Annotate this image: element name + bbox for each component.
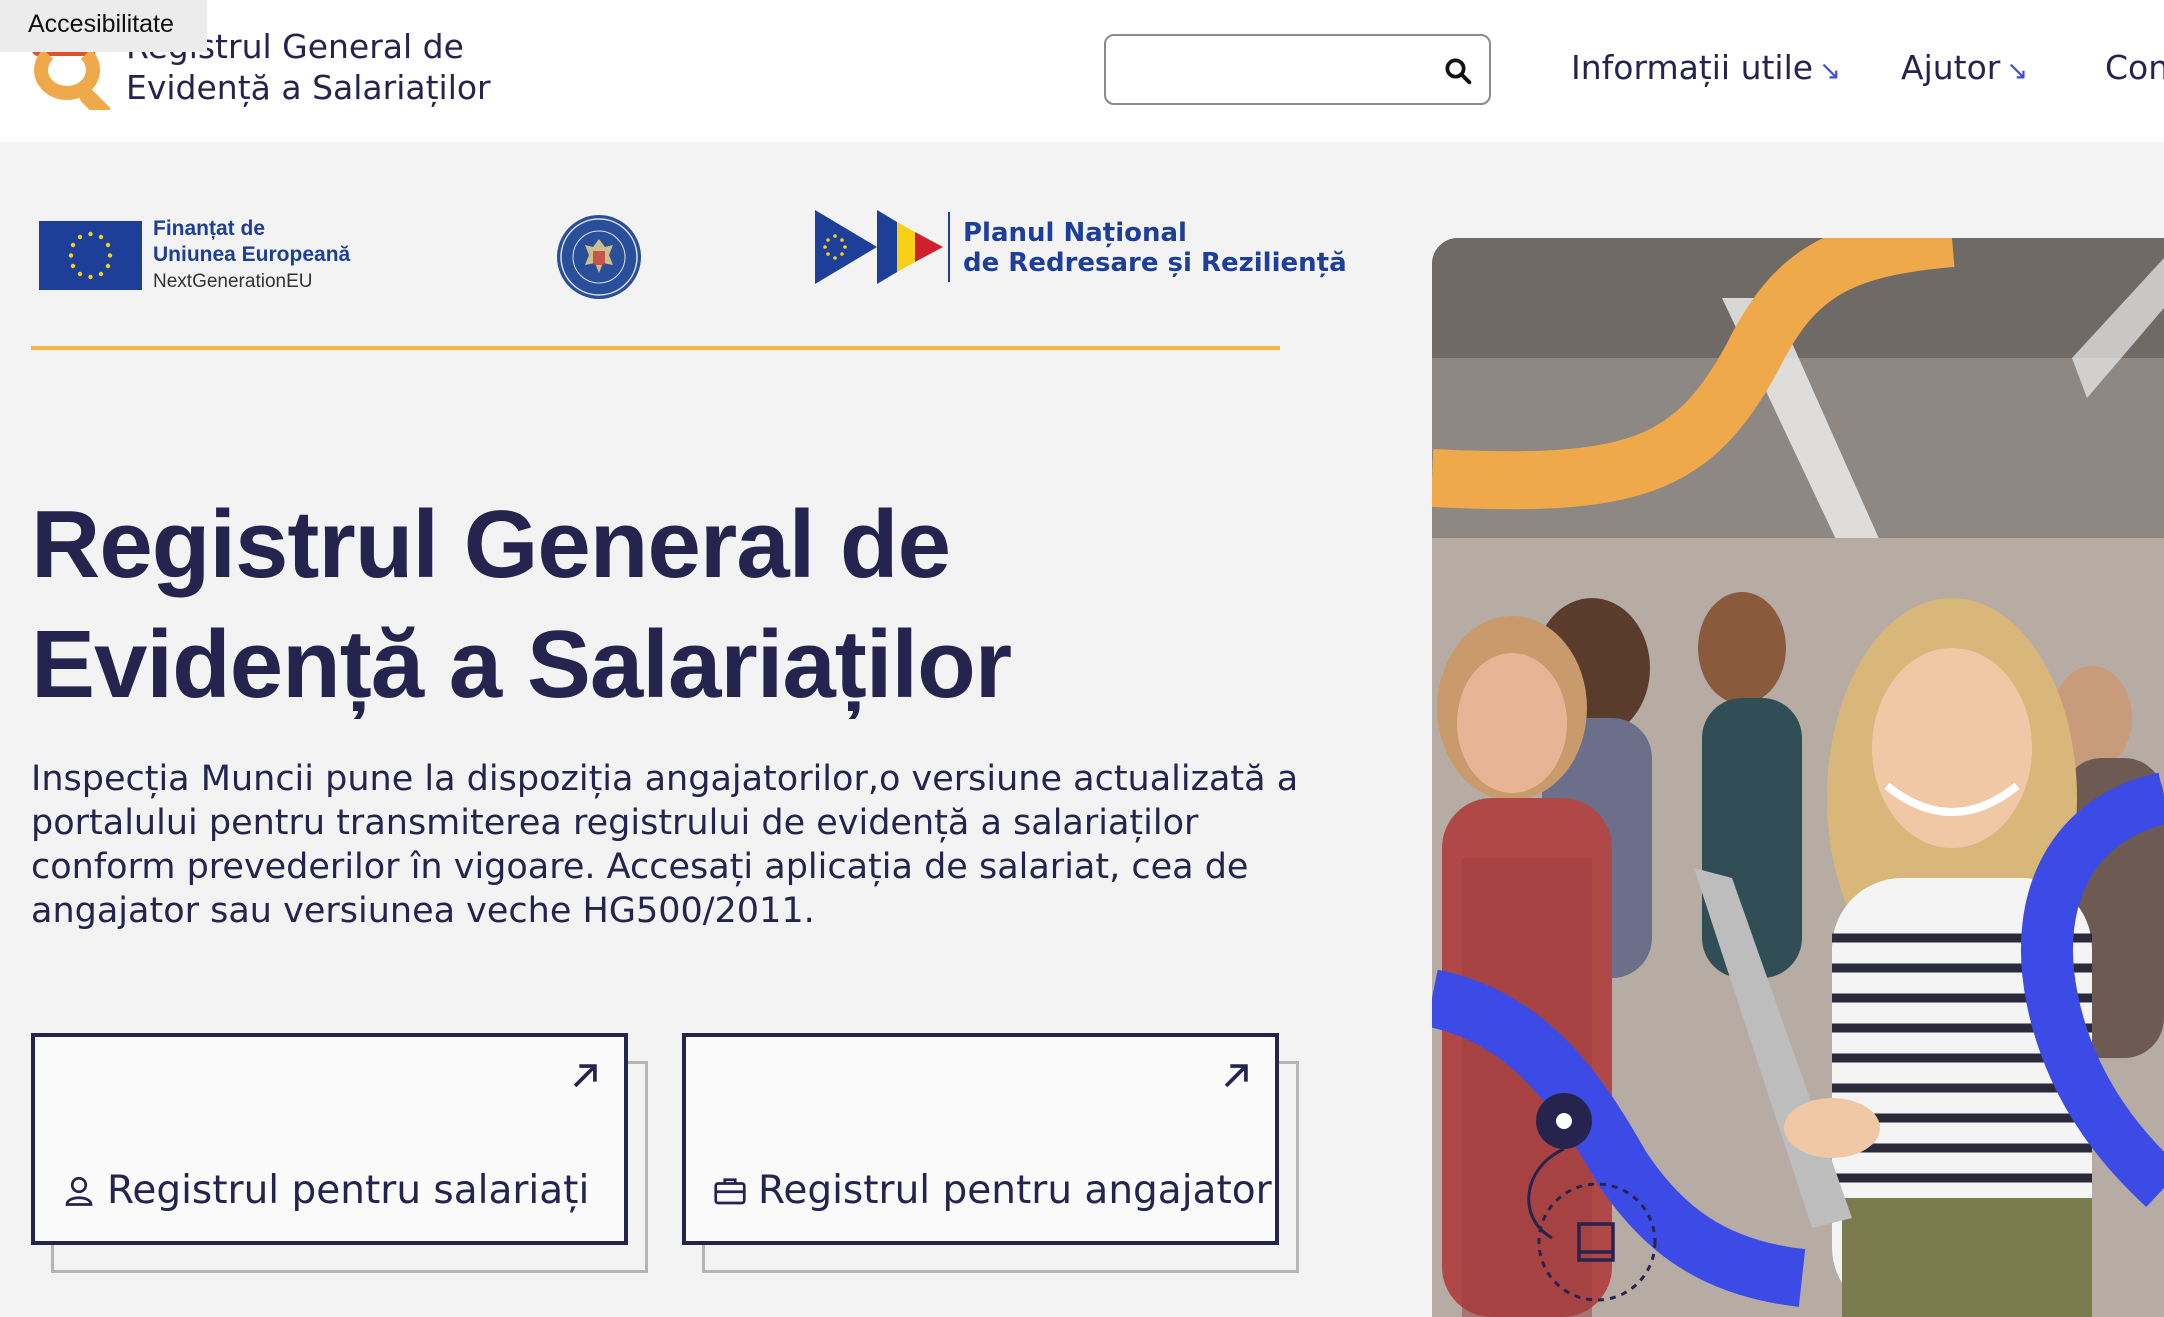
government-seal-icon — [557, 215, 641, 299]
card-face: Registrul pentru angajatori — [682, 1033, 1282, 1245]
accessibility-button[interactable]: Accesibilitate — [0, 0, 207, 52]
nav-item-informatii-utile[interactable]: Informații utile ↘ — [1571, 48, 1841, 87]
pnrr-line-2: de Redresare și Reziliență — [963, 248, 1347, 278]
nav-label: Ajutor — [1901, 48, 2001, 87]
eu-line-3: NextGenerationEU — [153, 271, 313, 292]
card-employee-register[interactable]: Registrul pentru salariați — [31, 1033, 648, 1273]
title-line-2: Evidență a Salariaților — [31, 611, 1012, 718]
nav-item-contact[interactable]: Con — [2105, 48, 2164, 87]
nav-label: Informații utile — [1571, 48, 1814, 87]
site-header: Registrul General de Evidență a Salariaț… — [0, 0, 2164, 142]
hero-description: Inspecția Muncii pune la dispoziția anga… — [31, 759, 1299, 931]
card-label-text: Registrul pentru angajatori — [758, 1168, 1283, 1213]
brand-line-2: Evidență a Salariaților — [126, 68, 491, 107]
nav-item-ajutor[interactable]: Ajutor ↘ — [1901, 48, 2028, 87]
pnrr-logo-icon — [815, 210, 950, 284]
search-input[interactable] — [1120, 36, 1440, 100]
search-icon[interactable] — [1443, 56, 1473, 86]
hero-illustration — [1432, 238, 2164, 1317]
pnrr-logo-text: Planul Național de Redresare și Rezilien… — [963, 218, 1347, 278]
section-divider — [31, 346, 1280, 350]
pnrr-line-1: Planul Național — [963, 218, 1187, 248]
hero-image — [1432, 238, 2164, 1317]
title-line-1: Registrul General de — [31, 491, 951, 598]
briefcase-icon — [714, 1177, 746, 1204]
card-label-text: Registrul pentru salariați — [107, 1168, 590, 1213]
arrow-down-right-icon: ↘ — [1819, 56, 1841, 86]
eu-line-2: Uniunea Europeană — [153, 243, 351, 266]
arrow-up-right-icon — [573, 1064, 597, 1088]
card-label: Registrul pentru salariați — [61, 1168, 589, 1213]
eu-flag-icon — [39, 221, 142, 290]
card-face: Registrul pentru salariați — [31, 1033, 628, 1245]
arrow-up-right-icon — [1224, 1064, 1248, 1088]
card-employer-register[interactable]: Registrul pentru angajatori — [682, 1033, 1299, 1273]
user-icon — [65, 1176, 93, 1206]
page-title: Registrul General de Evidență a Salariaț… — [31, 485, 1131, 725]
arrow-down-right-icon: ↘ — [2006, 56, 2029, 86]
eu-line-1: Finanțat de — [153, 217, 266, 240]
search-box — [1104, 34, 1491, 105]
card-label: Registrul pentru angajatori — [712, 1168, 1282, 1213]
nav-label: Con — [2105, 48, 2164, 87]
eu-funding-logo: Finanțat de Uniunea Europeană NextGenera… — [153, 216, 350, 296]
